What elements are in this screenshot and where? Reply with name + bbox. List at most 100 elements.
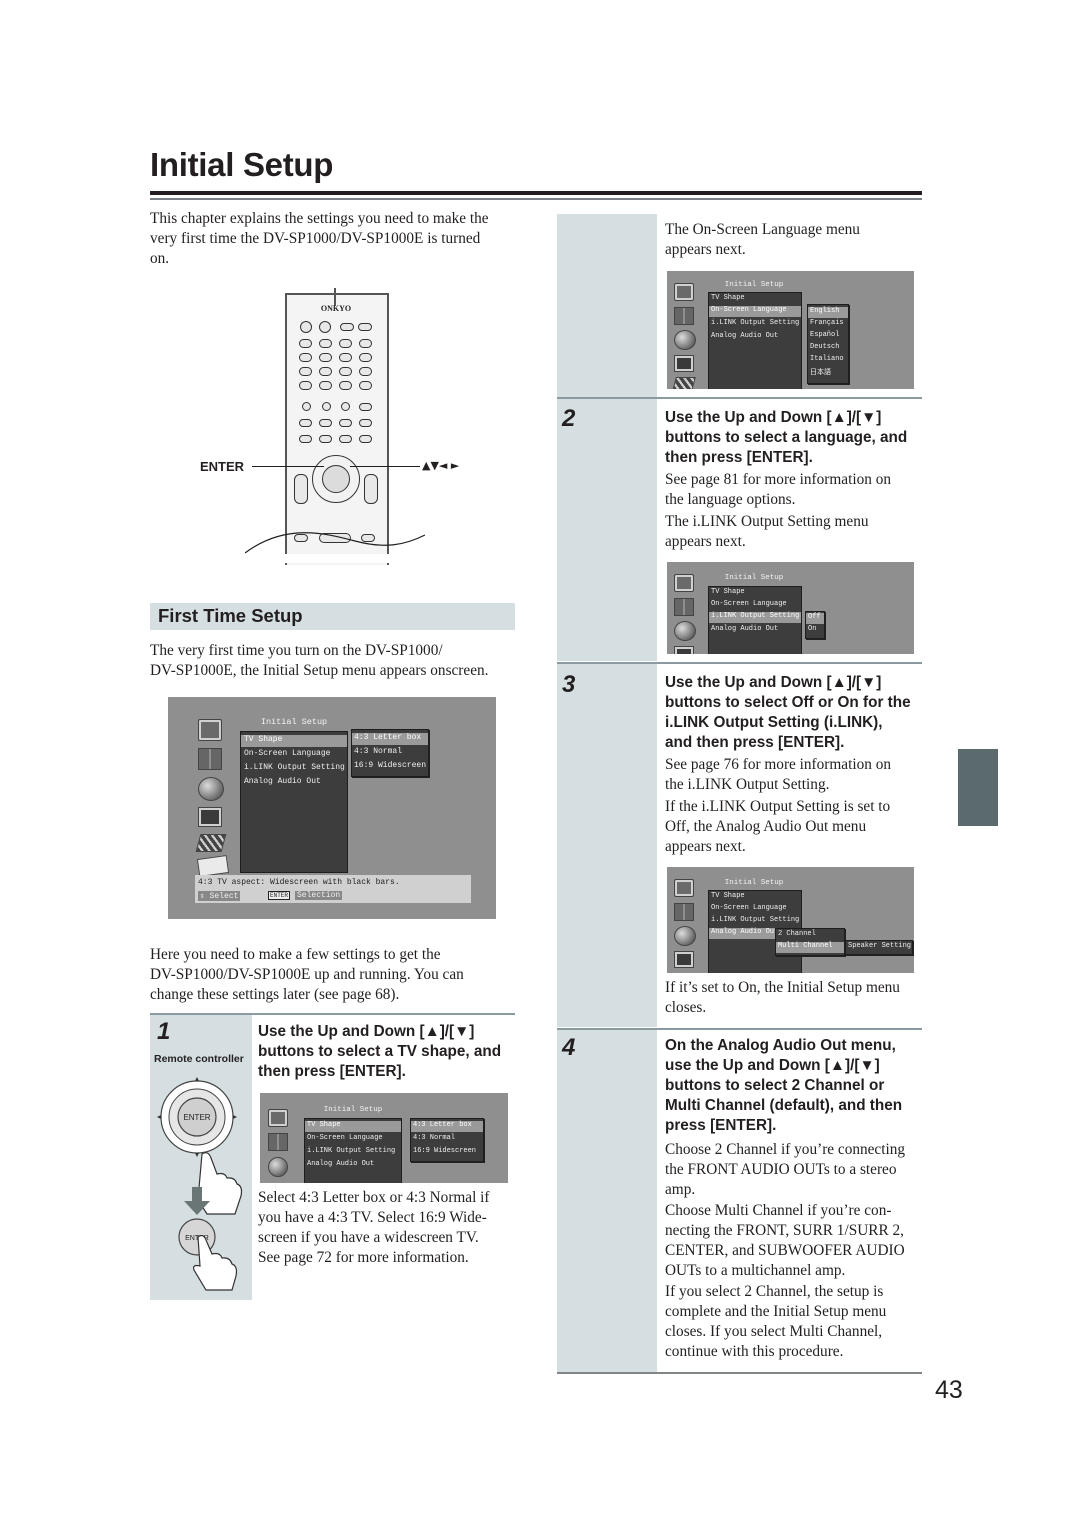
osd-option[interactable]: Español	[810, 331, 839, 339]
display-icon	[674, 355, 694, 372]
mode-1[interactable]	[299, 435, 312, 443]
osd-menu-item[interactable]: TV Shape	[711, 892, 745, 900]
step-title-line: Use the Up and Down [▲]/[▼]	[258, 1023, 475, 1040]
after-line: Here you need to make a few settings to …	[150, 946, 441, 963]
tv-icon	[674, 574, 694, 592]
osd-option[interactable]: Speaker Setting	[848, 942, 911, 950]
step-title-line: buttons to select Off or On for the	[665, 694, 911, 711]
svg-text:ENTER: ENTER	[183, 1113, 210, 1122]
osd-menu-item[interactable]: TV Shape	[711, 588, 745, 596]
step-title-line: Multi Channel (default), and then	[665, 1097, 903, 1114]
step-body-line: you have a 4:3 TV. Select 16:9 Wide-	[258, 1209, 487, 1226]
osd-menu-item[interactable]: On-Screen Language	[709, 306, 801, 317]
osd-menu-item[interactable]: i.LINK Output Setting	[307, 1147, 395, 1155]
step-body-line: complete and the Initial Setup menu	[665, 1303, 887, 1320]
osd-options-panel: Off On	[805, 611, 825, 639]
osd-option[interactable]: 4:3 Normal	[354, 747, 402, 756]
osd-option[interactable]: Français	[810, 319, 844, 327]
intro-text: This chapter explains the settings you n…	[150, 209, 520, 269]
arrow-keys-callout: ▲▼◄ ►	[422, 459, 460, 472]
tv-vol-down[interactable]	[359, 381, 372, 390]
osd-option[interactable]: 16:9 Widescreen	[413, 1147, 476, 1155]
key-0[interactable]	[319, 381, 332, 390]
mode-4[interactable]	[359, 435, 372, 443]
standby-button[interactable]	[319, 321, 331, 333]
enter-button[interactable]	[322, 465, 350, 493]
power-on-button[interactable]	[300, 321, 312, 333]
osd-option[interactable]: 4:3 Letter box	[352, 733, 428, 745]
key-8[interactable]	[319, 367, 332, 376]
tv-ch-down[interactable]	[359, 353, 372, 362]
osd-menu-item[interactable]: On-Screen Language	[711, 600, 787, 608]
osd-option[interactable]: Deutsch	[810, 343, 839, 351]
key-clear[interactable]	[339, 381, 352, 390]
arrows-leader	[350, 466, 420, 467]
globe-icon	[674, 621, 696, 641]
osd-menu-item[interactable]: Analog Audio Out	[711, 625, 778, 633]
osd-menu-item[interactable]: On-Screen Language	[244, 749, 330, 758]
osd-option[interactable]: 16:9 Widescreen	[354, 761, 426, 770]
osd-menu-item[interactable]: i.LINK Output Setting	[244, 763, 345, 772]
step-3-sidebar	[557, 664, 657, 1027]
osd-option[interactable]: 4:3 Letter box	[411, 1121, 483, 1132]
osd-menu-item[interactable]: On-Screen Language	[711, 904, 787, 912]
amp-input-2[interactable]	[319, 419, 332, 427]
title-rule	[150, 191, 922, 195]
tv-input-button[interactable]	[358, 323, 372, 331]
language-osd: Initial Setup TV Shape On-Screen Languag…	[667, 271, 914, 389]
osd-enter-key: ENTER	[268, 891, 291, 900]
tv-ch-up[interactable]	[359, 339, 372, 348]
osd-option[interactable]: 2 Channel	[778, 930, 816, 938]
amp-input-3[interactable]	[339, 419, 352, 427]
after-line: change these settings later (see page 68…	[150, 986, 400, 1003]
osd-option[interactable]: 日本語	[810, 367, 831, 377]
key-plus10[interactable]	[299, 381, 312, 390]
dimmer-button[interactable]	[341, 402, 350, 411]
mode-2[interactable]	[319, 435, 332, 443]
search-button[interactable]	[302, 402, 311, 411]
mode-3[interactable]	[339, 435, 352, 443]
key-5[interactable]	[319, 353, 332, 362]
osd-menu-item[interactable]: i.LINK Output Setting	[711, 916, 799, 924]
tv-power-button[interactable]	[340, 323, 354, 331]
key-6[interactable]	[339, 353, 352, 362]
step-2-number: 2	[562, 405, 576, 432]
osd-menu-item[interactable]: TV Shape	[241, 735, 347, 747]
key-7[interactable]	[299, 367, 312, 376]
osd-menu-item[interactable]: i.LINK Output Setting	[711, 319, 799, 327]
osd-menu-item[interactable]: TV Shape	[305, 1121, 401, 1132]
continuation-sidebar	[557, 214, 657, 397]
vol-rocker[interactable]	[364, 474, 378, 504]
osd-menu-item[interactable]: Analog Audio Out	[244, 777, 321, 786]
osd-menu-panel: TV Shape On-Screen Language i.LINK Outpu…	[708, 292, 802, 389]
remote-controller-label: Remote controller	[154, 1053, 244, 1065]
osd-options-panel: 4:3 Letter box 4:3 Normal 16:9 Widescree…	[410, 1118, 484, 1162]
pre-line: appears next.	[665, 241, 746, 258]
osd-menu-item[interactable]: TV Shape	[711, 294, 745, 302]
speaker-icon	[674, 307, 694, 325]
step-body-line: screen if you have a widescreen TV.	[258, 1229, 479, 1246]
amp-input-button[interactable]	[359, 403, 372, 411]
memory-button[interactable]	[322, 402, 331, 411]
osd-menu-item[interactable]: i.LINK Output Setting	[709, 612, 801, 623]
key-2[interactable]	[319, 339, 332, 348]
key-4[interactable]	[299, 353, 312, 362]
key-1[interactable]	[299, 339, 312, 348]
osd-option[interactable]: Off	[806, 613, 824, 624]
osd-select-hint: ⇕ Select	[198, 891, 241, 901]
osd-menu-item[interactable]: Analog Audio Out	[711, 332, 778, 340]
amp-input-4[interactable]	[359, 419, 372, 427]
key-9[interactable]	[339, 367, 352, 376]
tv-vol-up[interactable]	[359, 367, 372, 376]
osd-option[interactable]: Italiano	[810, 355, 844, 363]
osd-option[interactable]: On	[808, 625, 816, 633]
osd-option[interactable]: English	[808, 307, 848, 318]
amp-input-1[interactable]	[299, 419, 312, 427]
key-3[interactable]	[339, 339, 352, 348]
osd-menu-item[interactable]: On-Screen Language	[307, 1134, 383, 1142]
tv-icon	[674, 879, 694, 897]
ch-zoom-rocker[interactable]	[294, 474, 308, 504]
osd-option[interactable]: Multi Channel	[776, 942, 844, 953]
osd-menu-item[interactable]: Analog Audio Out	[307, 1160, 374, 1168]
osd-option[interactable]: 4:3 Normal	[413, 1134, 455, 1142]
